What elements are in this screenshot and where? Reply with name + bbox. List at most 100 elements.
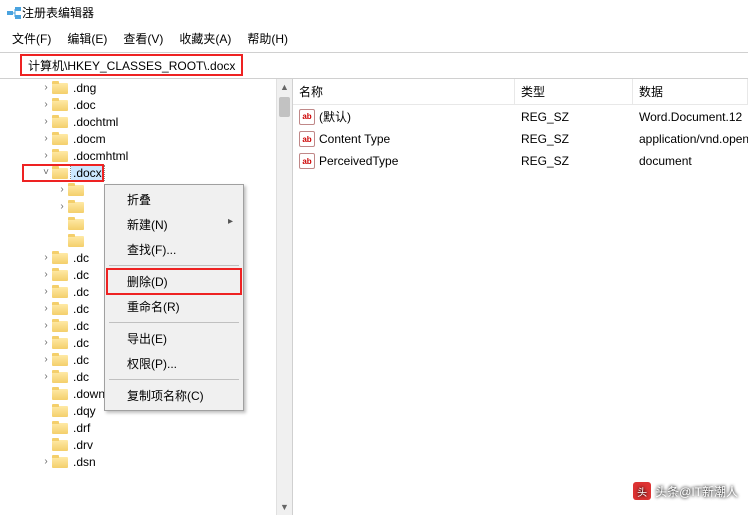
context-menu-item[interactable]: 新建(N) <box>107 212 241 237</box>
tree-item-label: .dc <box>71 336 91 350</box>
menu-view[interactable]: 查看(V) <box>115 27 171 50</box>
tree-item[interactable]: ›.docmhtml <box>0 147 292 164</box>
watermark: 头 头条@IT新潮人 <box>633 482 738 500</box>
chevron-right-icon[interactable]: › <box>40 150 52 161</box>
tree-item[interactable]: ˅ .docx <box>0 164 292 181</box>
folder-icon <box>52 438 68 451</box>
column-type[interactable]: 类型 <box>515 79 633 104</box>
chevron-right-icon[interactable]: › <box>40 99 52 110</box>
context-menu-item[interactable]: 查找(F)... <box>107 237 241 262</box>
folder-icon <box>68 200 84 213</box>
scroll-down-button[interactable]: ▼ <box>277 499 292 515</box>
menu-file[interactable]: 文件(F) <box>4 27 59 50</box>
tree-item[interactable]: .drv <box>0 436 292 453</box>
tree-item-label: .drf <box>71 421 92 435</box>
tree-item-label: .drv <box>71 438 95 452</box>
chevron-right-icon[interactable]: › <box>40 303 52 314</box>
title-bar: 注册表编辑器 <box>0 0 748 25</box>
tree-item-label: .dsn <box>71 455 98 469</box>
chevron-right-icon[interactable]: › <box>40 133 52 144</box>
tree-item-label: .dc <box>71 302 91 316</box>
folder-icon <box>68 234 84 247</box>
chevron-right-icon[interactable]: › <box>40 116 52 127</box>
column-data[interactable]: 数据 <box>633 79 748 104</box>
folder-icon <box>52 336 68 349</box>
scroll-up-button[interactable]: ▲ <box>277 79 292 95</box>
folder-icon <box>68 183 84 196</box>
menu-edit[interactable]: 编辑(E) <box>59 27 115 50</box>
tree-item-label: .dochtml <box>71 115 120 129</box>
value-type: REG_SZ <box>515 131 633 147</box>
list-pane[interactable]: 名称 类型 数据 ab(默认)REG_SZWord.Document.12abC… <box>293 79 748 515</box>
list-row[interactable]: ab(默认) REG_SZWord.Document.12 <box>293 105 748 128</box>
menu-favorites[interactable]: 收藏夹(A) <box>171 27 239 50</box>
tree-item[interactable]: › .dsn <box>0 453 292 470</box>
tree-item-label: .dc <box>71 285 91 299</box>
value-data: application/vnd.openxmlfo <box>633 131 748 147</box>
chevron-right-icon[interactable]: › <box>56 184 68 195</box>
chevron-right-icon[interactable]: › <box>40 456 52 467</box>
folder-icon <box>52 404 68 417</box>
folder-icon <box>52 251 68 264</box>
value-type: REG_SZ <box>515 153 633 169</box>
folder-icon <box>52 370 68 383</box>
folder-icon <box>52 302 68 315</box>
chevron-right-icon[interactable]: › <box>40 269 52 280</box>
chevron-right-icon[interactable]: › <box>40 354 52 365</box>
menu-help[interactable]: 帮助(H) <box>239 27 296 50</box>
context-menu-item[interactable]: 折叠 <box>107 187 241 212</box>
folder-icon <box>52 268 68 281</box>
folder-icon <box>52 455 68 468</box>
context-menu-item[interactable]: 删除(D) <box>107 269 241 294</box>
address-text: 计算机\HKEY_CLASSES_ROOT\.docx <box>28 57 235 74</box>
chevron-down-icon[interactable]: ˅ <box>40 167 52 178</box>
folder-icon <box>52 81 68 94</box>
tree-item[interactable]: .drf <box>0 419 292 436</box>
list-header: 名称 类型 数据 <box>293 79 748 105</box>
tree-item[interactable]: › .dochtml <box>0 113 292 130</box>
list-row[interactable]: abContent TypeREG_SZapplication/vnd.open… <box>293 128 748 150</box>
context-menu-item[interactable]: 重命名(R) <box>107 294 241 319</box>
folder-icon <box>52 421 68 434</box>
scroll-thumb[interactable] <box>279 97 290 117</box>
folder-icon <box>52 285 68 298</box>
value-type: REG_SZ <box>515 109 633 125</box>
folder-icon <box>52 353 68 366</box>
chevron-right-icon[interactable]: › <box>40 286 52 297</box>
value-data: Word.Document.12 <box>633 109 748 125</box>
chevron-right-icon[interactable]: › <box>40 320 52 331</box>
menu-separator <box>109 322 239 323</box>
tree-item-label: .docx <box>71 166 104 180</box>
context-menu-item[interactable]: 权限(P)... <box>107 351 241 376</box>
menu-separator <box>109 265 239 266</box>
menu-bar: 文件(F) 编辑(E) 查看(V) 收藏夹(A) 帮助(H) <box>0 25 748 53</box>
tree-pane[interactable]: ›.dng›.doc›.dochtml›.docm›.docmhtml˅.doc… <box>0 79 293 515</box>
chevron-right-icon[interactable]: › <box>40 82 52 93</box>
column-name[interactable]: 名称 <box>293 79 515 104</box>
context-menu-item[interactable]: 导出(E) <box>107 326 241 351</box>
context-menu-item[interactable]: 复制项名称(C) <box>107 383 241 408</box>
menu-separator <box>109 379 239 380</box>
tree-item-label: .dc <box>71 353 91 367</box>
watermark-text: 头条@IT新潮人 <box>655 483 738 500</box>
value-name: (默认) <box>319 108 351 125</box>
tree-item-label: .dc <box>71 268 91 282</box>
folder-icon <box>52 149 68 162</box>
string-value-icon: ab <box>299 153 315 169</box>
chevron-right-icon[interactable]: › <box>56 201 68 212</box>
chevron-right-icon[interactable]: › <box>40 252 52 263</box>
folder-icon <box>52 132 68 145</box>
window-title: 注册表编辑器 <box>22 4 94 21</box>
chevron-right-icon[interactable]: › <box>40 371 52 382</box>
string-value-icon: ab <box>299 109 315 125</box>
tree-scrollbar[interactable]: ▲ ▼ <box>276 79 292 515</box>
tree-item[interactable]: › .doc <box>0 96 292 113</box>
tree-item[interactable]: ›.dng <box>0 79 292 96</box>
list-row[interactable]: abPerceivedTypeREG_SZdocument <box>293 150 748 172</box>
tree-item-label: .doc <box>71 98 98 112</box>
chevron-right-icon[interactable]: › <box>40 337 52 348</box>
address-bar: 计算机\HKEY_CLASSES_ROOT\.docx <box>0 53 748 79</box>
tree-item[interactable]: ›.docm <box>0 130 292 147</box>
address-input-highlight[interactable]: 计算机\HKEY_CLASSES_ROOT\.docx <box>20 54 243 76</box>
context-menu: 折叠新建(N)查找(F)... 删除(D)重命名(R) 导出(E)权限(P)... 复… <box>104 184 244 411</box>
